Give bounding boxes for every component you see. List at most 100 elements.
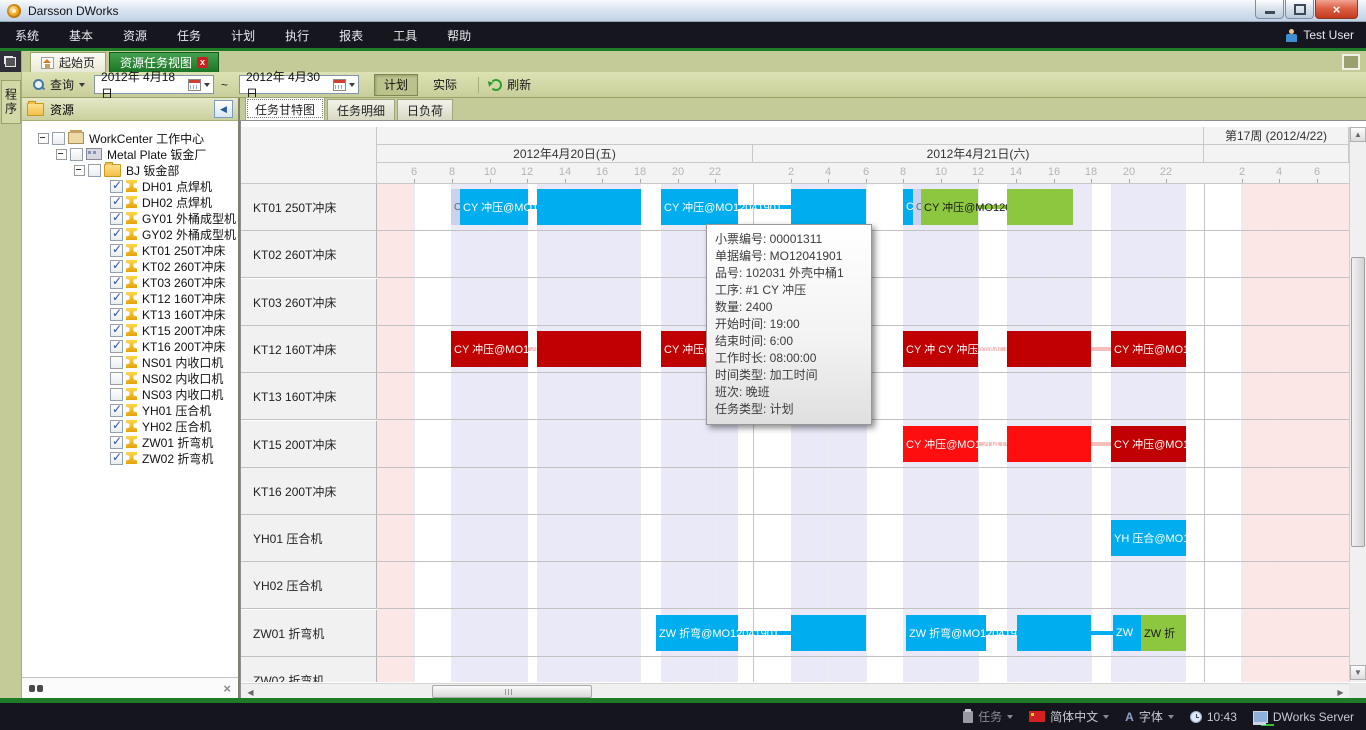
horizontal-scrollbar[interactable]: ◀ ▶ xyxy=(241,683,1349,698)
status-item-2[interactable]: A字体 xyxy=(1125,708,1174,725)
gantt-task-bar[interactable] xyxy=(1007,426,1091,462)
status-item-1[interactable]: 简体中文 xyxy=(1029,708,1109,725)
scroll-up-icon[interactable]: ▲ xyxy=(1350,127,1366,142)
status-item-4[interactable]: DWorks Server xyxy=(1253,710,1354,724)
gantt-task-bar[interactable] xyxy=(1007,331,1091,367)
find-icon[interactable] xyxy=(29,684,43,693)
date-to-field[interactable]: 2012年 4月30日 xyxy=(239,75,359,94)
gantt-task-bar[interactable] xyxy=(537,331,641,367)
tree-checkbox[interactable] xyxy=(110,420,123,433)
tree-checkbox[interactable] xyxy=(110,404,123,417)
gantt-task-bar[interactable]: CY 冲压@MO12041903 xyxy=(903,426,978,462)
search-dropdown-icon[interactable] xyxy=(79,83,85,87)
gantt-tab-0[interactable]: 任务甘特图 xyxy=(245,97,325,120)
menu-item-4[interactable]: 计划 xyxy=(216,22,270,48)
tree-item-19[interactable]: ZW01 折弯机 xyxy=(22,434,238,450)
gantt-task-bar[interactable] xyxy=(791,189,866,225)
gantt-task-bar[interactable]: CY 冲 CY 冲压@MO12041904 xyxy=(903,331,978,367)
date-to-dropdown-icon[interactable] xyxy=(349,83,355,87)
gantt-task-bar[interactable] xyxy=(1017,615,1091,651)
dropdown-caret-icon[interactable] xyxy=(1007,715,1013,719)
scroll-down-icon[interactable]: ▼ xyxy=(1350,665,1366,680)
tree-checkbox[interactable] xyxy=(88,164,101,177)
status-item-3[interactable]: 10:43 xyxy=(1190,710,1237,724)
gantt-task-bar[interactable]: ZW 折 xyxy=(1141,615,1186,651)
minimize-button[interactable] xyxy=(1255,0,1284,19)
tree-item-14[interactable]: NS01 内收口机 xyxy=(22,354,238,370)
menu-item-3[interactable]: 任务 xyxy=(162,22,216,48)
gantt-tab-1[interactable]: 任务明细 xyxy=(327,99,395,120)
tree-checkbox[interactable] xyxy=(110,452,123,465)
panel-close-icon[interactable]: × xyxy=(223,681,231,696)
gantt-task-bar[interactable]: C xyxy=(451,189,460,225)
scroll-right-icon[interactable]: ▶ xyxy=(1333,685,1348,698)
tree-checkbox[interactable] xyxy=(110,292,123,305)
tree-checkbox[interactable] xyxy=(110,212,123,225)
tree-item-7[interactable]: KT01 250T冲床 xyxy=(22,242,238,258)
dropdown-caret-icon[interactable] xyxy=(1168,715,1174,719)
user-info[interactable]: Test User xyxy=(1286,22,1354,48)
menu-item-8[interactable]: 帮助 xyxy=(432,22,486,48)
menu-item-5[interactable]: 执行 xyxy=(270,22,324,48)
gantt-tab-2[interactable]: 日负荷 xyxy=(397,99,453,120)
tree-checkbox[interactable] xyxy=(110,340,123,353)
tree-item-13[interactable]: KT16 200T冲床 xyxy=(22,338,238,354)
tree-item-10[interactable]: KT12 160T冲床 xyxy=(22,290,238,306)
gantt-task-bar[interactable]: ZW 折弯@MO12041901 xyxy=(906,615,986,651)
gantt-task-bar[interactable]: YH 压合@MO1 xyxy=(1111,520,1186,556)
menu-item-6[interactable]: 报表 xyxy=(324,22,378,48)
tab-home[interactable]: 起始页 xyxy=(30,52,106,72)
calendar-icon[interactable] xyxy=(333,79,346,91)
tree-checkbox[interactable] xyxy=(110,388,123,401)
gantt-task-bar[interactable] xyxy=(791,615,866,651)
tree-item-16[interactable]: NS03 内收口机 xyxy=(22,386,238,402)
actual-toggle-button[interactable]: 实际 xyxy=(423,74,467,96)
stacked-windows-icon[interactable] xyxy=(5,57,16,67)
tree-item-17[interactable]: YH01 压合机 xyxy=(22,402,238,418)
refresh-button[interactable]: 刷新 xyxy=(507,76,531,93)
gantt-task-bar[interactable]: ZW 折弯@MO12041901 xyxy=(656,615,738,651)
menu-item-2[interactable]: 资源 xyxy=(108,22,162,48)
tree-checkbox[interactable] xyxy=(110,196,123,209)
tree-checkbox[interactable] xyxy=(110,372,123,385)
tree-item-6[interactable]: GY02 外桶成型机 xyxy=(22,226,238,242)
collapse-panel-button[interactable]: ◀ xyxy=(214,100,233,118)
search-button[interactable]: 查询 xyxy=(50,76,74,93)
tree-item-0[interactable]: WorkCenter 工作中心 xyxy=(22,130,238,146)
gantt-task-bar[interactable]: CY 冲压@MO12041901 xyxy=(661,189,738,225)
tree-item-12[interactable]: KT15 200T冲床 xyxy=(22,322,238,338)
tree-item-18[interactable]: YH02 压合机 xyxy=(22,418,238,434)
tab-close-icon[interactable]: x xyxy=(197,57,208,68)
tree-checkbox[interactable] xyxy=(70,148,83,161)
horizontal-scrollbar-thumb[interactable] xyxy=(432,685,592,698)
tree-item-11[interactable]: KT13 160T冲床 xyxy=(22,306,238,322)
close-button[interactable]: × xyxy=(1315,0,1358,19)
tree-expander-icon[interactable] xyxy=(56,149,67,160)
tree-checkbox[interactable] xyxy=(110,324,123,337)
tree-expander-icon[interactable] xyxy=(74,165,85,176)
vertical-scrollbar-thumb[interactable] xyxy=(1351,257,1365,547)
tree-item-4[interactable]: DH02 点焊机 xyxy=(22,194,238,210)
tree-item-9[interactable]: KT03 260T冲床 xyxy=(22,274,238,290)
tree-item-15[interactable]: NS02 内收口机 xyxy=(22,370,238,386)
vertical-scrollbar[interactable]: ▲ ▼ xyxy=(1349,127,1366,682)
tree-item-20[interactable]: ZW02 折弯机 xyxy=(22,450,238,466)
gantt-task-bar[interactable]: CY 冲压@MO1 xyxy=(1111,426,1186,462)
gantt-task-bar[interactable]: C xyxy=(913,189,921,225)
plan-toggle-button[interactable]: 计划 xyxy=(374,74,418,96)
gantt-task-bar[interactable]: ZW xyxy=(1113,615,1141,651)
tree-checkbox[interactable] xyxy=(110,244,123,257)
menu-item-1[interactable]: 基本 xyxy=(54,22,108,48)
gantt-task-bar[interactable]: CY 冲压@MO12041904 xyxy=(451,331,528,367)
gantt-task-bar[interactable]: CY 冲压@MO12041901 xyxy=(460,189,528,225)
gantt-task-bar[interactable] xyxy=(537,189,641,225)
tree-checkbox[interactable] xyxy=(110,260,123,273)
tree-item-8[interactable]: KT02 260T冲床 xyxy=(22,258,238,274)
tree-checkbox[interactable] xyxy=(110,308,123,321)
scroll-left-icon[interactable]: ◀ xyxy=(243,685,258,698)
tree-checkbox[interactable] xyxy=(52,132,65,145)
date-from-field[interactable]: 2012年 4月18日 xyxy=(94,75,214,94)
tree-checkbox[interactable] xyxy=(110,356,123,369)
window-list-icon[interactable] xyxy=(1342,54,1360,70)
gantt-task-bar[interactable]: CY 冲压@MO1 xyxy=(1111,331,1186,367)
